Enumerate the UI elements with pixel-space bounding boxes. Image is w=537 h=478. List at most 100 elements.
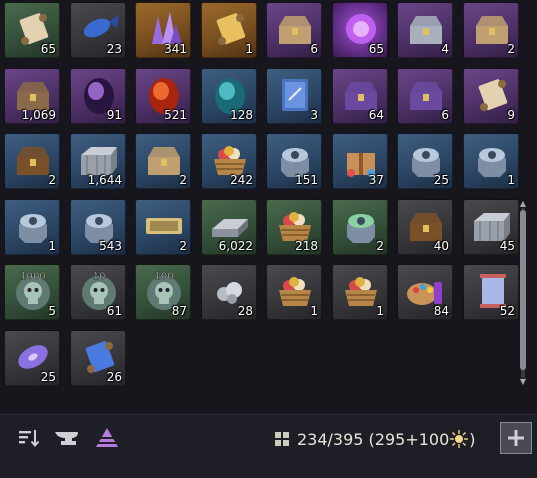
anvil-button[interactable]: [53, 425, 85, 451]
item-count: 6,022: [218, 239, 253, 253]
plus-icon: [508, 430, 524, 446]
inventory-slot[interactable]: 6: [266, 2, 322, 58]
item-count: 242: [230, 173, 253, 187]
inventory-slot[interactable]: 65: [4, 2, 60, 58]
scroll-thumb[interactable]: [520, 210, 526, 370]
inventory-slot[interactable]: 91: [70, 68, 126, 124]
anvil-icon: [55, 432, 78, 445]
inventory-slot[interactable]: 10 61: [70, 264, 126, 320]
item-count: 1,644: [87, 173, 122, 187]
inventory-slot[interactable]: 9: [463, 68, 519, 124]
inventory-slot[interactable]: 1: [201, 2, 257, 58]
inventory-slot[interactable]: 218: [266, 199, 322, 255]
item-count: 1,069: [21, 108, 56, 122]
inventory-slot[interactable]: 65: [332, 2, 388, 58]
item-count: 37: [368, 173, 384, 187]
inventory-slot[interactable]: 2: [4, 133, 60, 189]
inventory-slot[interactable]: 25: [397, 133, 453, 189]
filter-button[interactable]: [94, 425, 120, 451]
item-count: 2: [179, 239, 187, 253]
inventory-slot[interactable]: 521: [135, 68, 191, 124]
inventory-toolbar: 234/395 (295+100 ): [0, 414, 537, 478]
inventory-slot[interactable]: 45: [463, 199, 519, 255]
item-count: 65: [40, 42, 56, 56]
scroll-down-arrow-icon[interactable]: ▼: [518, 378, 528, 386]
inventory-slot[interactable]: 1: [4, 199, 60, 255]
item-count: 1: [310, 304, 318, 318]
inventory-slot[interactable]: 1,644: [70, 133, 126, 189]
inventory-slot[interactable]: 2: [332, 199, 388, 255]
svg-text:100: 100: [154, 271, 173, 282]
item-count: 25: [433, 173, 449, 187]
inventory-slot[interactable]: 52: [463, 264, 519, 320]
inventory-slot[interactable]: 151: [266, 133, 322, 189]
item-count: 1: [245, 42, 253, 56]
sort-icon: [19, 430, 40, 448]
item-count: 84: [433, 304, 449, 318]
item-count: 52: [499, 304, 515, 318]
inventory-slot[interactable]: 1: [463, 133, 519, 189]
item-count: 87: [171, 304, 187, 318]
inventory-slot[interactable]: 26: [70, 330, 126, 386]
inventory-slot[interactable]: 1: [266, 264, 322, 320]
inventory-slot[interactable]: 40: [397, 199, 453, 255]
item-count: 2: [48, 173, 56, 187]
item-count: 543: [99, 239, 122, 253]
svg-text:1000: 1000: [20, 271, 45, 282]
capacity-close: ): [469, 429, 476, 449]
item-count: 23: [106, 42, 122, 56]
svg-text:10: 10: [93, 271, 106, 282]
item-count: 2: [376, 239, 384, 253]
item-count: 128: [230, 108, 253, 122]
inventory-slot[interactable]: 64: [332, 68, 388, 124]
inventory-slot[interactable]: 2: [463, 2, 519, 58]
item-count: 521: [164, 108, 187, 122]
item-count: 1: [507, 173, 515, 187]
inventory-slot[interactable]: 28: [201, 264, 257, 320]
inventory-slot[interactable]: 2: [135, 199, 191, 255]
inventory-slot[interactable]: 128: [201, 68, 257, 124]
item-count: 9: [507, 108, 515, 122]
inventory-slot[interactable]: 25: [4, 330, 60, 386]
inventory-slot[interactable]: 4: [397, 2, 453, 58]
item-count: 28: [237, 304, 253, 318]
item-count: 45: [499, 239, 515, 253]
sun-bonus-icon: [450, 430, 469, 448]
scroll-up-arrow-icon[interactable]: ▲: [518, 200, 528, 208]
inventory-scrollbar[interactable]: ▲ ▼: [518, 200, 528, 386]
item-count: 2: [179, 173, 187, 187]
item-count: 6: [310, 42, 318, 56]
add-slot-button[interactable]: [500, 422, 532, 454]
item-count: 3: [310, 108, 318, 122]
item-count: 61: [106, 304, 122, 318]
inventory-slot[interactable]: 100 87: [135, 264, 191, 320]
item-count: 26: [106, 370, 122, 384]
inventory-slot[interactable]: 37: [332, 133, 388, 189]
inventory-slot[interactable]: 1: [332, 264, 388, 320]
item-count: 1: [48, 239, 56, 253]
item-count: 25: [40, 370, 56, 384]
triangle-icon: [96, 428, 118, 447]
inventory-slot[interactable]: 543: [70, 199, 126, 255]
inventory-slot[interactable]: 23: [70, 2, 126, 58]
inventory-slot[interactable]: 84: [397, 264, 453, 320]
inventory-slot[interactable]: 3: [266, 68, 322, 124]
inventory-slot[interactable]: 242: [201, 133, 257, 189]
item-count: 341: [164, 42, 187, 56]
item-count: 218: [295, 239, 318, 253]
grid-icon: [275, 432, 289, 446]
item-count: 6: [441, 108, 449, 122]
sort-button[interactable]: [16, 425, 42, 451]
inventory-slot[interactable]: 6,022: [201, 199, 257, 255]
inventory-slot[interactable]: 1,069: [4, 68, 60, 124]
inventory-slot[interactable]: 6: [397, 68, 453, 124]
item-count: 91: [106, 108, 122, 122]
inventory-slot[interactable]: 341: [135, 2, 191, 58]
item-count: 4: [441, 42, 449, 56]
item-count: 64: [368, 108, 384, 122]
item-count: 40: [433, 239, 449, 253]
inventory-slot[interactable]: 2: [135, 133, 191, 189]
item-count: 5: [48, 304, 56, 318]
inventory-slot[interactable]: 1000 5: [4, 264, 60, 320]
inventory-grid: 65 23 341 1 6 65 4 2 1,069 91 521 128 3 64 6 9 2 1,644 2 24…: [0, 0, 537, 400]
